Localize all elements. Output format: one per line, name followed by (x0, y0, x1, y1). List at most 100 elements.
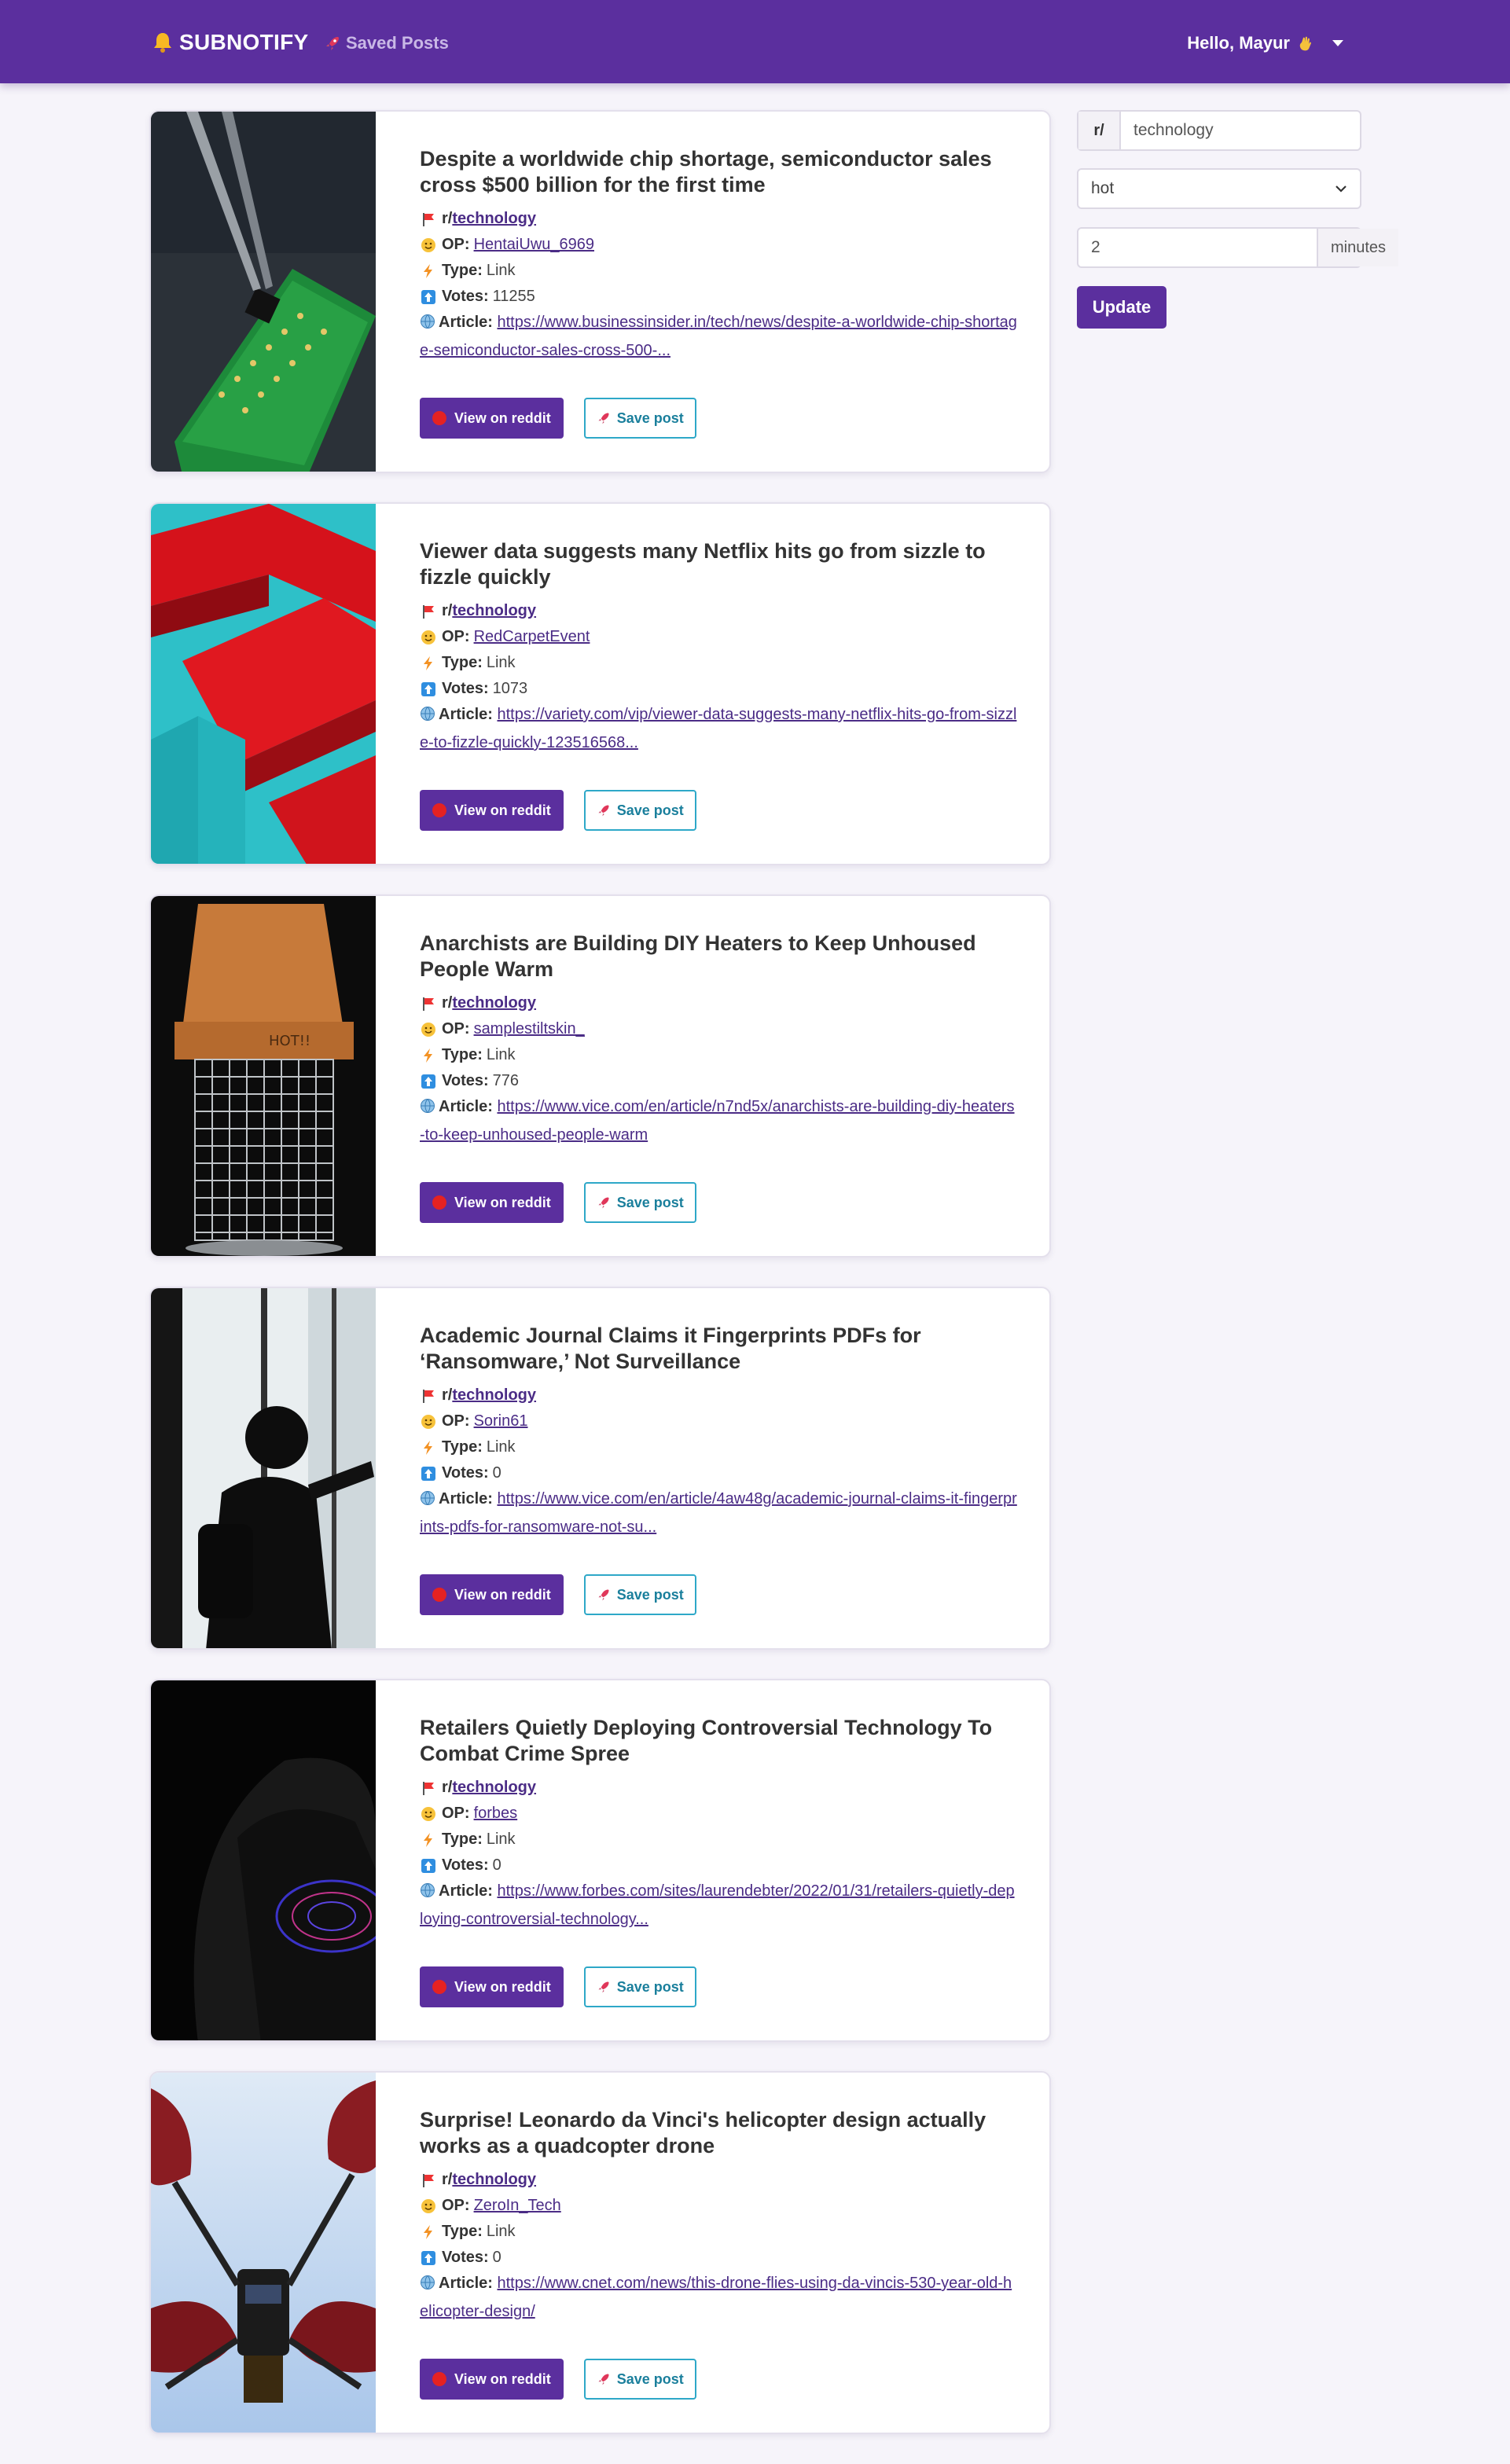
save-post-button[interactable]: Save post (583, 398, 696, 439)
post-thumbnail[interactable] (151, 2073, 376, 2433)
lightning-icon (420, 1439, 437, 1456)
type-value: Link (486, 1046, 516, 1063)
post-op: OP: HentaiUwu_6969 (420, 232, 1017, 258)
rocket-icon (598, 1589, 609, 1601)
article-link[interactable]: https://www.cnet.com/news/this-drone-fli… (420, 2275, 1012, 2320)
post-title: Academic Journal Claims it Fingerprints … (420, 1324, 921, 1373)
view-on-reddit-button[interactable]: View on reddit (420, 1182, 564, 1223)
votes-value: 776 (492, 1072, 520, 1089)
op-username-link[interactable]: Sorin61 (474, 1408, 528, 1434)
view-on-reddit-button[interactable]: View on reddit (420, 1966, 564, 2007)
post-thumbnail[interactable] (151, 112, 376, 472)
post-thumbnail[interactable] (151, 1680, 376, 2040)
votes-value: 0 (492, 1464, 501, 1482)
type-label: Type: (442, 2223, 483, 2240)
post-votes: Votes: 11255 (420, 284, 1017, 310)
save-post-button[interactable]: Save post (583, 1574, 696, 1615)
type-value: Link (486, 2223, 516, 2240)
post-title: Despite a worldwide chip shortage, semic… (420, 147, 992, 196)
globe-icon (420, 1096, 435, 1122)
globe-icon (420, 1489, 435, 1515)
brand-logo[interactable]: SUBNOTIFY (151, 28, 308, 57)
red-flag-icon (420, 2172, 437, 2189)
subreddit-link[interactable]: technology (452, 1383, 536, 1408)
user-greeting: Hello, Mayur (1187, 33, 1290, 53)
op-username-link[interactable]: RedCarpetEvent (474, 624, 590, 650)
post-votes: Votes: 1073 (420, 676, 1017, 702)
view-on-reddit-button[interactable]: View on reddit (420, 398, 564, 439)
article-label: Article: (439, 1882, 493, 1900)
save-post-button[interactable]: Save post (583, 2359, 696, 2400)
save-post-button[interactable]: Save post (583, 1966, 696, 2007)
op-username-link[interactable]: samplestiltskin_ (474, 1016, 585, 1042)
post-article: Article: https://www.businessinsider.in/… (420, 310, 1017, 364)
votes-label: Votes: (442, 1856, 489, 1874)
subreddit-link[interactable]: technology (452, 206, 536, 232)
op-username-link[interactable]: forbes (474, 1801, 518, 1827)
smiley-icon (420, 629, 437, 646)
rocket-icon (598, 1981, 609, 1993)
up-arrow-icon (420, 1073, 437, 1090)
save-post-label: Save post (616, 409, 684, 426)
post-subreddit: r/ technology (420, 206, 1017, 232)
view-on-reddit-button[interactable]: View on reddit (420, 2359, 564, 2400)
article-link[interactable]: https://www.forbes.com/sites/laurendebte… (420, 1882, 1015, 1928)
save-post-button[interactable]: Save post (583, 790, 696, 831)
post-title: Anarchists are Building DIY Heaters to K… (420, 931, 976, 981)
op-label: OP: (442, 1412, 470, 1430)
view-on-reddit-button[interactable]: View on reddit (420, 790, 564, 831)
op-label: OP: (442, 628, 470, 645)
op-username-link[interactable]: HentaiUwu_6969 (474, 232, 594, 258)
interval-input[interactable] (1078, 229, 1317, 266)
post-card: Retailers Quietly Deploying Controversia… (149, 1679, 1051, 2042)
view-on-reddit-label: View on reddit (454, 1194, 551, 1210)
post-article: Article: https://www.vice.com/en/article… (420, 1486, 1017, 1540)
save-post-label: Save post (616, 1978, 684, 1995)
smiley-icon (420, 237, 437, 254)
chevron-down-icon (1332, 40, 1343, 46)
op-username-link[interactable]: ZeroIn_Tech (474, 2193, 561, 2219)
red-flag-icon (420, 1387, 437, 1405)
subreddit-prefix: r/ (442, 994, 453, 1012)
votes-label: Votes: (442, 288, 489, 305)
subreddit-prefix: r/ (442, 602, 453, 619)
post-thumbnail[interactable]: HOT!! (151, 896, 376, 1256)
article-link[interactable]: https://www.vice.com/en/article/n7nd5x/a… (420, 1098, 1015, 1144)
article-link[interactable]: https://www.vice.com/en/article/4aw48g/a… (420, 1490, 1017, 1536)
post-thumbnail[interactable] (151, 504, 376, 864)
subreddit-link[interactable]: technology (452, 598, 536, 624)
nav-saved-posts-link[interactable]: Saved Posts (324, 30, 449, 57)
subreddit-link[interactable]: technology (452, 1775, 536, 1801)
article-label: Article: (439, 1098, 493, 1115)
type-label: Type: (442, 1831, 483, 1848)
subreddit-link[interactable]: technology (452, 2167, 536, 2193)
post-type: Type: Link (420, 650, 1017, 676)
subreddit-input[interactable] (1121, 112, 1360, 149)
post-type: Type: Link (420, 1042, 1017, 1068)
post-article: Article: https://www.cnet.com/news/this-… (420, 2271, 1017, 2325)
type-value: Link (486, 1831, 516, 1848)
red-dot-icon (432, 803, 446, 817)
type-value: Link (486, 262, 516, 279)
post-subreddit: r/ technology (420, 990, 1017, 1016)
red-dot-icon (432, 1980, 446, 1994)
saved-posts-label: Saved Posts (346, 33, 449, 53)
brand-name: SUBNOTIFY (179, 30, 309, 54)
globe-icon (420, 704, 435, 730)
sort-select[interactable]: hot (1077, 168, 1361, 209)
post-type: Type: Link (420, 1827, 1017, 1853)
subreddit-prefix: r/ (442, 1779, 453, 1796)
interval-input-group: minutes (1077, 227, 1399, 268)
post-thumbnail[interactable] (151, 1288, 376, 1648)
article-link[interactable]: https://variety.com/vip/viewer-data-sugg… (420, 706, 1016, 751)
view-on-reddit-button[interactable]: View on reddit (420, 1574, 564, 1615)
user-menu-dropdown[interactable]: Hello, Mayur (1187, 30, 1343, 57)
post-card: HOT!! Anarchists are Building DIY Heater… (149, 894, 1051, 1258)
update-button[interactable]: Update (1077, 286, 1166, 329)
save-post-button[interactable]: Save post (583, 1182, 696, 1223)
post-votes: Votes: 0 (420, 1853, 1017, 1878)
subreddit-prefix: r/ (442, 210, 453, 227)
subreddit-prefix: r/ (442, 2171, 453, 2188)
subreddit-link[interactable]: technology (452, 990, 536, 1016)
article-link[interactable]: https://www.businessinsider.in/tech/news… (420, 314, 1017, 359)
